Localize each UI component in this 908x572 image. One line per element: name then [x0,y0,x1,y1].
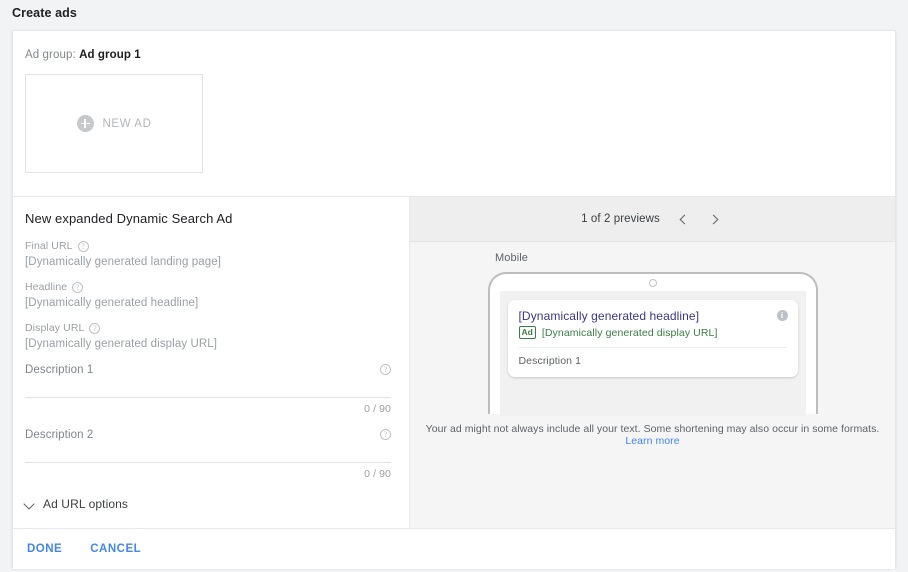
ad-preview-headline: [Dynamically generated headline] [519,309,787,323]
ad-url-options-label: Ad URL options [43,497,128,511]
ad-url-options-toggle[interactable]: Ad URL options [25,497,391,511]
help-icon[interactable]: ? [89,323,100,334]
field-headline: Headline ? [Dynamically generated headli… [25,281,391,309]
camera-dot-icon [649,279,657,287]
description-1-input-row[interactable]: Description 1 ? [25,364,391,398]
help-icon[interactable]: ? [380,364,391,375]
preview-body: Mobile i [Dynamically generated headline… [410,242,895,528]
device-label: Mobile [495,252,895,264]
ad-preview-card: i [Dynamically generated headline] Ad [D… [508,300,798,377]
phone-mockup: i [Dynamically generated headline] Ad [D… [488,272,818,414]
help-icon[interactable]: ? [380,429,391,440]
field-value: [Dynamically generated display URL] [25,338,391,350]
field-label: Display URL [25,322,84,334]
field-value: [Dynamically generated landing page] [25,256,391,268]
ad-group-name: Ad group 1 [79,49,141,61]
help-icon[interactable]: ? [72,282,83,293]
field-label: Final URL [25,240,73,252]
description-2-placeholder: Description 2 [25,429,93,441]
preview-disclaimer: Your ad might not always include all you… [410,423,895,447]
description-2-field[interactable]: Description 2 ? 0 / 90 [25,429,391,480]
done-button[interactable]: DONE [27,543,62,555]
help-icon[interactable]: ? [78,241,89,252]
ad-group-line: Ad group: Ad group 1 [25,49,895,61]
chevron-left-icon[interactable] [674,210,692,228]
ad-preview-pane: 1 of 2 previews Mobile i [Dynamically ge… [410,197,895,528]
new-ad-button[interactable]: NEW AD [25,74,203,173]
preview-disclaimer-text: Your ad might not always include all you… [426,423,880,435]
page-title: Create ads [12,6,77,20]
new-ad-inner: NEW AD [77,115,152,132]
field-display-url: Display URL ? [Dynamically generated dis… [25,322,391,350]
field-label-row: Headline ? [25,281,391,293]
ad-form-pane: New expanded Dynamic Search Ad Final URL… [13,197,410,528]
ad-group-label: Ad group: [25,49,76,61]
preview-count-label: 1 of 2 previews [581,213,660,225]
preview-header: 1 of 2 previews [410,197,895,242]
ad-group-section: Ad group: Ad group 1 NEW AD [13,31,895,197]
field-label-row: Display URL ? [25,322,391,334]
ad-preview-description: Description 1 [519,355,787,367]
ad-badge: Ad [519,326,536,339]
learn-more-link[interactable]: Learn more [625,435,679,447]
chevron-down-icon [25,499,35,509]
dialog-footer: DONE CANCEL [13,528,895,569]
plus-circle-icon [77,115,94,132]
field-label-row: Final URL ? [25,240,391,252]
new-ad-label: NEW AD [103,118,152,130]
phone-screen: i [Dynamically generated headline] Ad [D… [500,291,806,416]
editor-body: New expanded Dynamic Search Ad Final URL… [13,197,895,528]
ad-preview-display-url: [Dynamically generated display URL] [542,327,718,339]
form-title: New expanded Dynamic Search Ad [25,211,391,226]
description-2-counter: 0 / 90 [25,468,391,480]
ad-preview-url-row: Ad [Dynamically generated display URL] [519,326,787,339]
field-final-url: Final URL ? [Dynamically generated landi… [25,240,391,268]
description-2-input-row[interactable]: Description 2 ? [25,429,391,463]
field-value: [Dynamically generated headline] [25,297,391,309]
chevron-right-icon[interactable] [706,210,724,228]
description-1-field[interactable]: Description 1 ? 0 / 90 [25,364,391,415]
create-ads-card: Ad group: Ad group 1 NEW AD New expanded… [12,30,896,568]
description-1-counter: 0 / 90 [25,403,391,415]
cancel-button[interactable]: CANCEL [90,543,141,555]
description-1-placeholder: Description 1 [25,364,93,376]
info-icon[interactable]: i [777,310,788,321]
field-label: Headline [25,281,67,293]
ad-card-divider [519,347,787,348]
